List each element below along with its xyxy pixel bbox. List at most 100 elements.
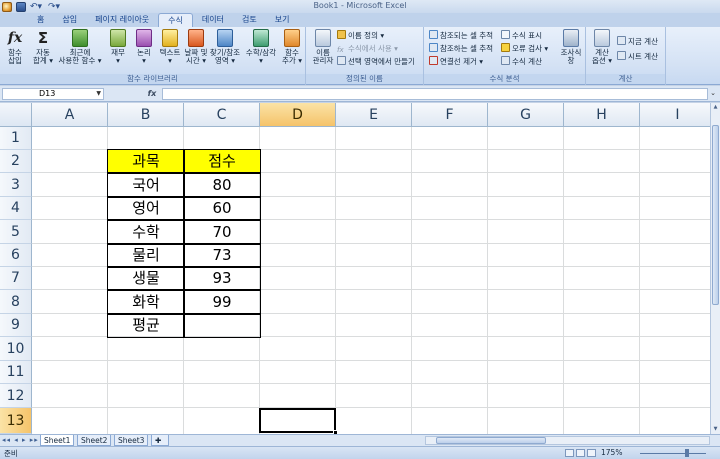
row-header-5[interactable]: 5 [0,220,32,244]
page-layout-view-icon[interactable] [576,449,585,457]
score-cell[interactable]: 73 [184,244,260,267]
formula-input[interactable] [162,88,708,100]
trace-dependents-button[interactable]: 참조하는 셀 추적 [429,43,493,55]
active-cell-d13[interactable] [259,408,338,434]
row-header-11[interactable]: 11 [0,361,32,384]
subject-cell[interactable]: 화학 [108,290,184,314]
average-label-cell[interactable]: 평균 [108,314,184,337]
column-header-f[interactable]: F [412,103,488,127]
sheet-tab-sheet2[interactable]: Sheet2 [77,435,112,446]
row-header-12[interactable]: 12 [0,384,32,408]
score-cell[interactable]: 60 [184,197,260,220]
group-function-library: fx 함수 삽입 Σ 자동 합계 ▾ 최근에 사용한 함수 ▾ 재무 ▾ 논리 … [0,27,306,85]
use-in-formula-button[interactable]: fx 수식에서 사용 ▾ [337,43,398,55]
create-from-selection-button[interactable]: 선택 영역에서 만들기 [337,56,415,68]
label: 지금 계산 [628,37,658,46]
sheet-tab-sheet3[interactable]: Sheet3 [114,435,149,446]
row-header-6[interactable]: 6 [0,244,32,267]
autosum-button[interactable]: Σ 자동 합계 ▾ [30,29,56,65]
insert-sheet-icon[interactable]: ✚ [151,435,169,446]
column-header-i[interactable]: I [640,103,710,127]
chevron-down-icon[interactable]: ▼ [96,89,101,99]
datetime-button[interactable]: 날짜 및 시간 ▾ [183,29,209,65]
name-box[interactable]: D13 ▼ [2,88,104,100]
row-header-9[interactable]: 9 [0,314,32,337]
column-header-b[interactable]: B [108,103,184,127]
row-header-2[interactable]: 2 [0,150,32,173]
tab-formulas[interactable]: 수식 [158,13,193,28]
tab-review[interactable]: 검토 [233,13,266,27]
subject-cell[interactable]: 국어 [108,173,184,197]
define-name-button[interactable]: 이름 정의 ▾ [337,30,384,42]
trace-precedents-button[interactable]: 참조되는 셀 추적 [429,30,493,42]
row-header-7[interactable]: 7 [0,267,32,290]
evaluate-formula-button[interactable]: 수식 계산 [501,56,542,68]
calc-options-button[interactable]: 계산 옵션 ▾ [589,29,615,65]
column-header-a[interactable]: A [32,103,108,127]
score-cell[interactable]: 99 [184,290,260,314]
row-header-13[interactable]: 13 [0,408,32,434]
normal-view-icon[interactable] [565,449,574,457]
column-header-d[interactable]: D [260,103,336,127]
name-manager-button[interactable]: 이름 관리자 [310,29,336,65]
tab-insert[interactable]: 삽입 [53,13,86,27]
financial-button[interactable]: 재무 ▾ [105,29,131,65]
calc-sheet-button[interactable]: 시트 계산 [617,51,658,63]
subject-cell[interactable]: 영어 [108,197,184,220]
math-trig-button[interactable]: 수학/삼각 ▾ [244,29,278,65]
page-break-view-icon[interactable] [587,449,596,457]
score-cell[interactable]: 93 [184,267,260,290]
scroll-up-icon[interactable]: ▲ [711,103,720,112]
zoom-level[interactable]: 175% [601,448,622,457]
expand-formula-bar-icon[interactable]: ⌄ [708,88,718,100]
watch-window-button[interactable]: 조사식 창 [558,29,584,65]
error-check-button[interactable]: 오류 검사 ▾ [501,43,548,55]
row-header-1[interactable]: 1 [0,127,32,150]
subject-cell[interactable]: 물리 [108,244,184,267]
header-cell-score[interactable]: 점수 [184,150,260,173]
subject-cell[interactable]: 수학 [108,220,184,244]
recent-functions-button[interactable]: 최근에 사용한 함수 ▾ [57,29,103,65]
horizontal-scrollbar[interactable] [425,436,710,445]
vertical-scroll-thumb[interactable] [712,125,719,305]
text-button[interactable]: 텍스트 ▾ [157,29,183,65]
insert-function-button[interactable]: fx 함수 삽입 [2,29,28,65]
label: 이름 정의 ▾ [348,31,385,40]
show-formulas-button[interactable]: 수식 표시 [501,30,542,42]
calc-now-button[interactable]: 지금 계산 [617,36,658,48]
sheet-tab-sheet1[interactable]: Sheet1 [40,435,75,446]
zoom-slider-knob[interactable] [685,449,689,457]
horizontal-scroll-thumb[interactable] [436,437,546,444]
more-functions-button[interactable]: 함수 추가 ▾ [279,29,305,65]
row-header-8[interactable]: 8 [0,290,32,314]
column-header-h[interactable]: H [564,103,640,127]
vertical-scrollbar[interactable]: ▲ ▼ [710,103,720,434]
tab-data[interactable]: 데이터 [193,13,233,27]
column-header-e[interactable]: E [336,103,412,127]
group-formula-auditing: 참조되는 셀 추적 참조하는 셀 추적 연결선 제거 ▾ 수식 표시 오류 검사… [424,27,586,85]
column-header-c[interactable]: C [184,103,260,127]
row-header-3[interactable]: 3 [0,173,32,197]
gridline [335,127,336,434]
row-header-10[interactable]: 10 [0,337,32,361]
sheet-nav-arrows-icon[interactable]: ◂◂ ◂ ▸ ▸▸ [2,435,39,446]
score-cell[interactable]: 70 [184,220,260,244]
row-header-4[interactable]: 4 [0,197,32,220]
zoom-slider[interactable] [640,453,706,454]
status-bar: 준비 175% [0,446,720,459]
remove-arrows-button[interactable]: 연결선 제거 ▾ [429,56,483,68]
tab-view[interactable]: 보기 [266,13,299,27]
worksheet-grid[interactable]: A B C D E F G H I 1 2 3 4 5 6 7 8 9 10 1… [0,103,710,434]
score-cell[interactable]: 80 [184,173,260,197]
column-header-g[interactable]: G [488,103,564,127]
header-cell-subject[interactable]: 과목 [108,150,184,173]
fx-icon[interactable]: fx [145,88,159,100]
tab-page-layout[interactable]: 페이지 레이아웃 [86,13,158,27]
tab-home[interactable]: 홈 [28,13,53,27]
select-all-corner[interactable] [0,103,32,127]
average-value-cell[interactable] [184,314,260,337]
logical-button[interactable]: 논리 ▾ [131,29,157,65]
lookup-button[interactable]: 찾기/참조 영역 ▾ [208,29,242,65]
scroll-down-icon[interactable]: ▼ [711,425,720,434]
subject-cell[interactable]: 생물 [108,267,184,290]
